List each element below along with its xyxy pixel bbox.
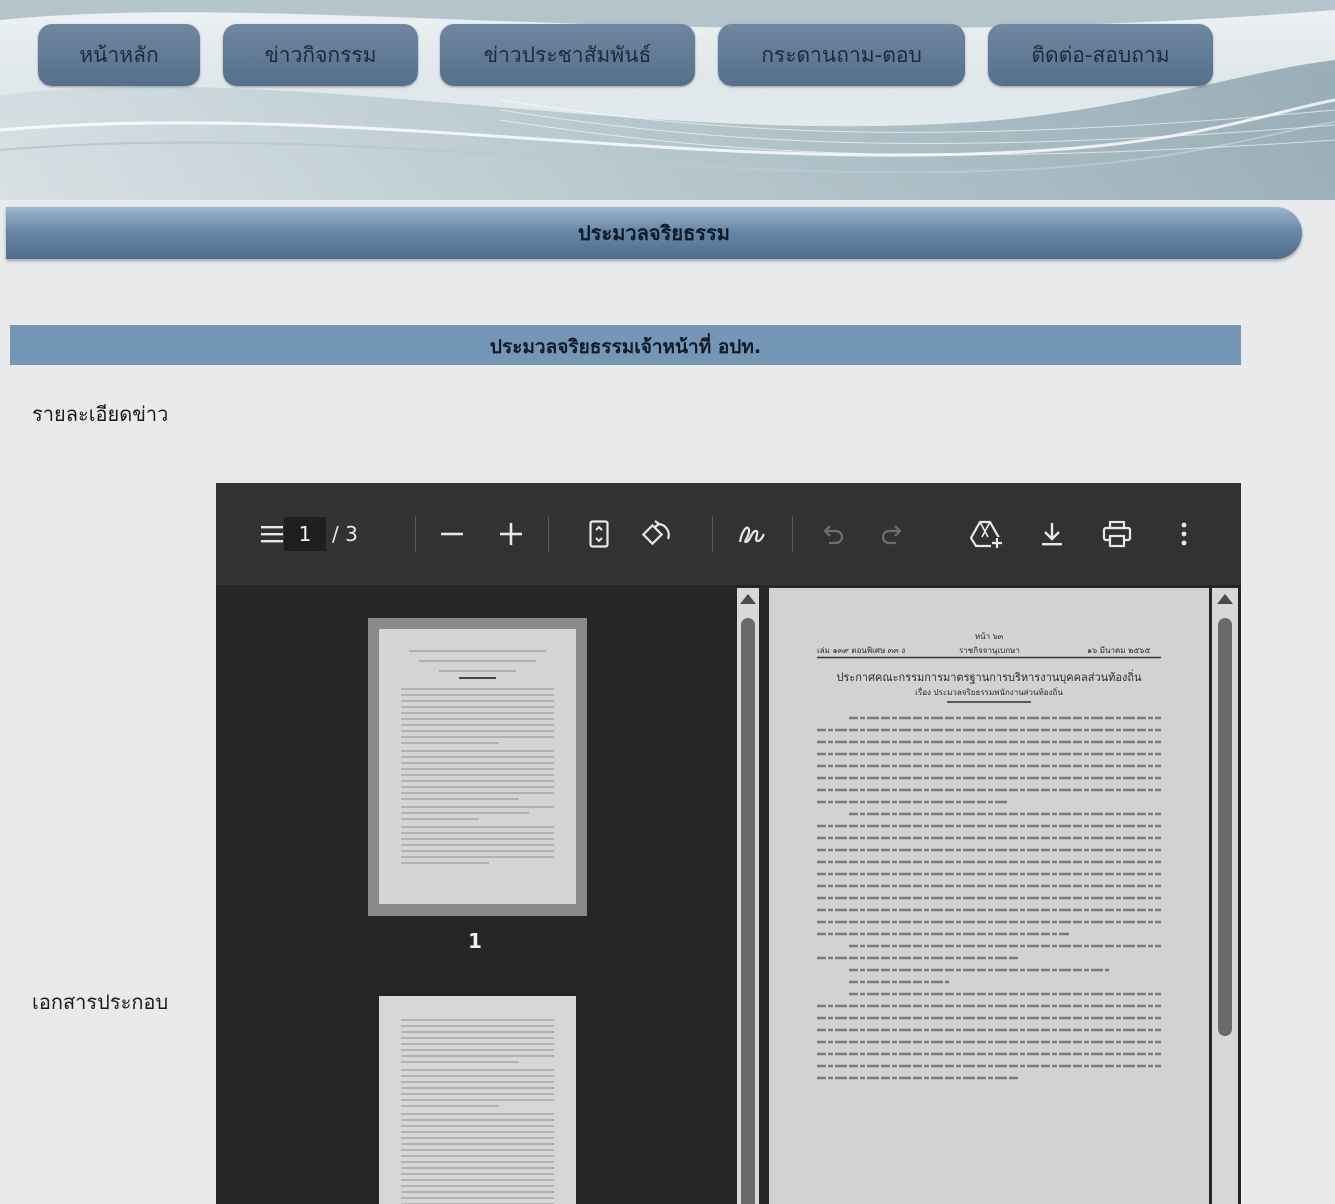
nav-pr-news[interactable]: ข่าวประชาสัมพันธ์: [440, 24, 695, 86]
doc-header-rule: [817, 656, 1161, 659]
thumbnail-scrollbar[interactable]: [737, 588, 759, 1204]
detail-label: รายละเอียดข่าว: [32, 402, 169, 426]
doc-title: ประกาศคณะกรรมการมาตรฐานการบริหารงานบุคคล…: [836, 671, 1142, 684]
add-to-drive-icon[interactable]: [968, 517, 1004, 551]
nav-home[interactable]: หน้าหลัก: [38, 24, 200, 86]
attachment-label: เอกสารประกอบ: [32, 990, 169, 1014]
zoom-out-icon[interactable]: [438, 517, 466, 551]
scroll-up-arrow[interactable]: [740, 594, 756, 604]
toolbar-divider: [792, 516, 793, 552]
fit-page-icon[interactable]: [585, 517, 613, 551]
section-title-bar: ประมวลจริยธรรม: [6, 207, 1302, 259]
toolbar-divider: [548, 516, 549, 552]
thumbnail-scrollbar-thumb[interactable]: [741, 618, 755, 1204]
undo-icon[interactable]: [819, 517, 847, 551]
menu-icon[interactable]: [260, 517, 284, 551]
rotate-icon[interactable]: [640, 517, 674, 551]
nav-activities[interactable]: ข่าวกิจกรรม: [223, 24, 418, 86]
thumbnail-page-2[interactable]: [379, 996, 576, 1204]
document-scroll-up-arrow[interactable]: [1217, 594, 1233, 604]
toolbar-divider: [415, 516, 416, 552]
section-title: ประมวลจริยธรรม: [578, 221, 730, 245]
zoom-in-icon[interactable]: [497, 517, 525, 551]
download-icon[interactable]: [1038, 517, 1066, 551]
nav-qa-board[interactable]: กระดานถาม-ตอบ: [718, 24, 965, 86]
document-page: หน้า ๖๓ เล่ม ๑๓๙ ตอนพิเศษ ๓๓ ง ราชกิจจาน…: [769, 588, 1209, 1204]
thumbnail-pane: 1: [216, 585, 760, 1204]
pdf-toolbar: 1 / 3: [216, 483, 1241, 585]
doc-body-text: [817, 701, 1161, 1080]
main-nav: หน้าหลัก ข่าวกิจกรรม ข่าวประชาสัมพันธ์ ก…: [0, 24, 1335, 88]
page-number-input[interactable]: 1: [284, 517, 326, 551]
toolbar-divider: [712, 516, 713, 552]
more-icon[interactable]: [1174, 517, 1194, 551]
draw-icon[interactable]: [736, 517, 768, 551]
doc-page-number: หน้า ๖๓: [974, 632, 1004, 641]
thumbnail-page-image: [379, 629, 576, 904]
page-count: / 3: [332, 522, 358, 546]
redo-icon[interactable]: [878, 517, 906, 551]
article-title: ประมวลจริยธรรมเจ้าหน้าที่ อปท.: [489, 336, 762, 358]
document-scrollbar-thumb[interactable]: [1218, 618, 1232, 1036]
nav-contact[interactable]: ติดต่อ-สอบถาม: [988, 24, 1213, 86]
thumbnail-page-1[interactable]: [368, 618, 587, 916]
thumbnail-page-label: 1: [468, 929, 482, 953]
document-scrollbar[interactable]: [1212, 588, 1238, 1204]
print-icon[interactable]: [1100, 517, 1134, 551]
header-banner: หน้าหลัก ข่าวกิจกรรม ข่าวประชาสัมพันธ์ ก…: [0, 0, 1335, 200]
pdf-viewer: 1 / 3 1 หน้า ๖๓ เล่ม ๑๓๙ ตอนพิเศษ ๓๓ ง ร…: [216, 483, 1241, 1204]
article-title-bar: ประมวลจริยธรรมเจ้าหน้าที่ อปท.: [10, 325, 1241, 365]
